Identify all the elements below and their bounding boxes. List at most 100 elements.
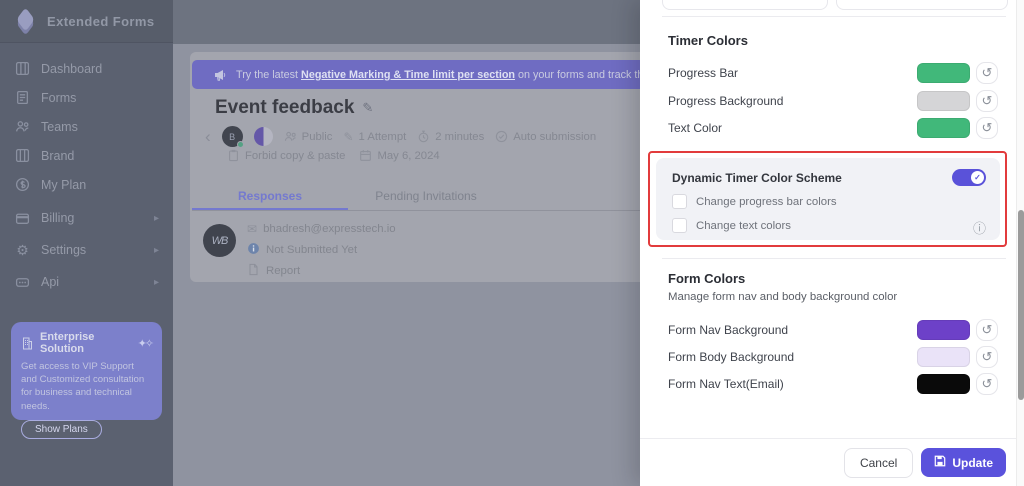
update-button[interactable]: Update bbox=[921, 448, 1006, 477]
billing-icon bbox=[15, 211, 30, 226]
pencil-icon: ✎ bbox=[343, 129, 354, 144]
respondent-email-row: ✉ bhadresh@expresstech.io bbox=[247, 220, 396, 238]
brand-icon bbox=[15, 148, 30, 163]
submenu-arrow-icon: ▸ bbox=[153, 212, 159, 224]
forms-icon bbox=[15, 90, 30, 105]
form-meta-row: ‹ B Public ✎ 1 Attempt 2 minutes Auto su… bbox=[205, 126, 596, 148]
form-body-background-row: Form Body Background ↺ bbox=[668, 346, 998, 368]
color-swatch[interactable] bbox=[917, 374, 970, 394]
sparkles-icon: ✦✧ bbox=[137, 337, 155, 350]
banner-link[interactable]: Negative Marking & Time limit per sectio… bbox=[301, 69, 515, 81]
tab-pending-invitations[interactable]: Pending Invitations bbox=[348, 183, 504, 210]
text-color-row: Text Color ↺ bbox=[668, 117, 998, 139]
divider bbox=[662, 258, 1006, 259]
color-swatch[interactable] bbox=[917, 347, 970, 367]
people-icon bbox=[284, 130, 297, 143]
clipboard-icon bbox=[227, 149, 240, 162]
meta-duration: 2 minutes bbox=[417, 130, 484, 143]
progress-background-color-row: Progress Background ↺ bbox=[668, 90, 998, 112]
info-icon bbox=[247, 242, 260, 258]
main-content: Try the latest Negative Marking & Time l… bbox=[173, 0, 640, 486]
dashboard-icon bbox=[15, 61, 30, 76]
color-swatch[interactable] bbox=[917, 320, 970, 340]
enterprise-description: Get access to VIP Support and Customized… bbox=[21, 361, 145, 412]
sidebar-item-settings[interactable]: ⚙ Settings ▸ bbox=[0, 234, 173, 266]
divider bbox=[662, 16, 1006, 17]
sidebar-item-brand[interactable]: Brand bbox=[0, 141, 173, 170]
meta-submission: Auto submission bbox=[495, 130, 596, 143]
enterprise-card: Enterprise Solution ✦✧ Get access to VIP… bbox=[11, 322, 162, 439]
form-nav-background-row: Form Nav Background ↺ bbox=[668, 319, 998, 341]
page-title: Event feedback bbox=[215, 97, 355, 118]
show-plans-button[interactable]: Show Plans bbox=[21, 419, 102, 439]
sidebar-item-label: Dashboard bbox=[41, 61, 103, 76]
cancel-button[interactable]: Cancel bbox=[843, 447, 914, 478]
report-doc-icon bbox=[247, 263, 260, 279]
form-colors-heading: Form Colors bbox=[668, 271, 746, 286]
reset-color-button[interactable]: ↺ bbox=[976, 319, 998, 341]
sidebar-item-label: Forms bbox=[41, 90, 77, 105]
color-input-partial[interactable] bbox=[836, 0, 1008, 10]
respondent-email: bhadresh@expresstech.io bbox=[263, 223, 396, 235]
color-swatch[interactable] bbox=[917, 63, 970, 83]
meta-date: May 6, 2024 bbox=[359, 149, 440, 162]
sidebar-item-forms[interactable]: Forms bbox=[0, 83, 173, 112]
sidebar-item-label: Billing bbox=[41, 211, 75, 225]
color-swatch[interactable] bbox=[917, 91, 970, 111]
sidebar-item-dashboard[interactable]: Dashboard bbox=[0, 54, 173, 83]
panel-footer: Cancel Update bbox=[640, 438, 1016, 486]
sidebar-header: Extended Forms bbox=[0, 0, 173, 43]
highlight-annotation bbox=[648, 151, 1007, 247]
reset-color-button[interactable]: ↺ bbox=[976, 117, 998, 139]
sidebar: Extended Forms Dashboard Forms Teams Bra… bbox=[0, 0, 173, 486]
theme-half-circle-icon bbox=[253, 127, 273, 146]
timer-colors-heading: Timer Colors bbox=[668, 33, 748, 48]
color-input-partial[interactable] bbox=[662, 0, 828, 10]
sidebar-item-my-plan[interactable]: My Plan bbox=[0, 170, 173, 199]
owner-avatar: B bbox=[221, 126, 244, 148]
reset-color-button[interactable]: ↺ bbox=[976, 346, 998, 368]
my-plan-icon bbox=[15, 177, 30, 192]
form-meta-row2: Forbid copy & paste May 6, 2024 bbox=[227, 149, 440, 162]
announcement-banner[interactable]: Try the latest Negative Marking & Time l… bbox=[192, 60, 640, 89]
online-status-dot bbox=[236, 141, 244, 148]
sidebar-item-billing[interactable]: Billing ▸ bbox=[0, 202, 173, 234]
submenu-arrow-icon: ▸ bbox=[153, 276, 159, 288]
settings-icon: ⚙ bbox=[16, 242, 29, 258]
scrollbar-thumb[interactable] bbox=[1018, 210, 1024, 400]
form-colors-subtitle: Manage form nav and body background colo… bbox=[668, 291, 898, 303]
sidebar-item-label: My Plan bbox=[41, 177, 87, 192]
report-link: Report bbox=[266, 265, 301, 277]
response-list-item: ✉ bhadresh@expresstech.io Not Submitted … bbox=[247, 220, 396, 280]
report-row[interactable]: Report bbox=[247, 262, 396, 280]
panel-scrollbar bbox=[1016, 0, 1024, 486]
teams-icon bbox=[15, 119, 30, 134]
brand-name: Extended Forms bbox=[47, 13, 155, 29]
sidebar-item-teams[interactable]: Teams bbox=[0, 112, 173, 141]
mail-icon: ✉ bbox=[247, 222, 258, 236]
sidebar-item-label: Teams bbox=[41, 119, 78, 134]
form-nav-text-row: Form Nav Text(Email) ↺ bbox=[668, 373, 998, 395]
progress-bar-color-row: Progress Bar ↺ bbox=[668, 62, 998, 84]
enterprise-title: Enterprise Solution bbox=[40, 331, 95, 355]
reset-color-button[interactable]: ↺ bbox=[976, 373, 998, 395]
sidebar-item-label: Api bbox=[41, 275, 60, 289]
edit-title-icon[interactable]: ✎ bbox=[362, 100, 373, 116]
save-icon bbox=[934, 455, 946, 470]
timer-icon bbox=[417, 130, 430, 143]
back-chevron-icon[interactable]: ‹ bbox=[205, 128, 211, 145]
building-icon bbox=[21, 337, 33, 350]
sidebar-item-api[interactable]: Api ▸ bbox=[0, 266, 173, 298]
check-circle-icon bbox=[495, 130, 508, 143]
meta-attempts: ✎ 1 Attempt bbox=[343, 129, 407, 144]
sidebar-nav: Dashboard Forms Teams Brand My Plan Bill… bbox=[0, 43, 173, 298]
reset-color-button[interactable]: ↺ bbox=[976, 62, 998, 84]
reset-color-button[interactable]: ↺ bbox=[976, 90, 998, 112]
calendar-icon bbox=[359, 149, 372, 162]
submenu-arrow-icon: ▸ bbox=[153, 244, 159, 256]
sidebar-item-label: Settings bbox=[41, 243, 87, 257]
sidebar-item-label: Brand bbox=[41, 148, 75, 163]
color-swatch[interactable] bbox=[917, 118, 970, 138]
tab-responses[interactable]: Responses bbox=[192, 183, 348, 210]
api-icon bbox=[15, 275, 30, 290]
